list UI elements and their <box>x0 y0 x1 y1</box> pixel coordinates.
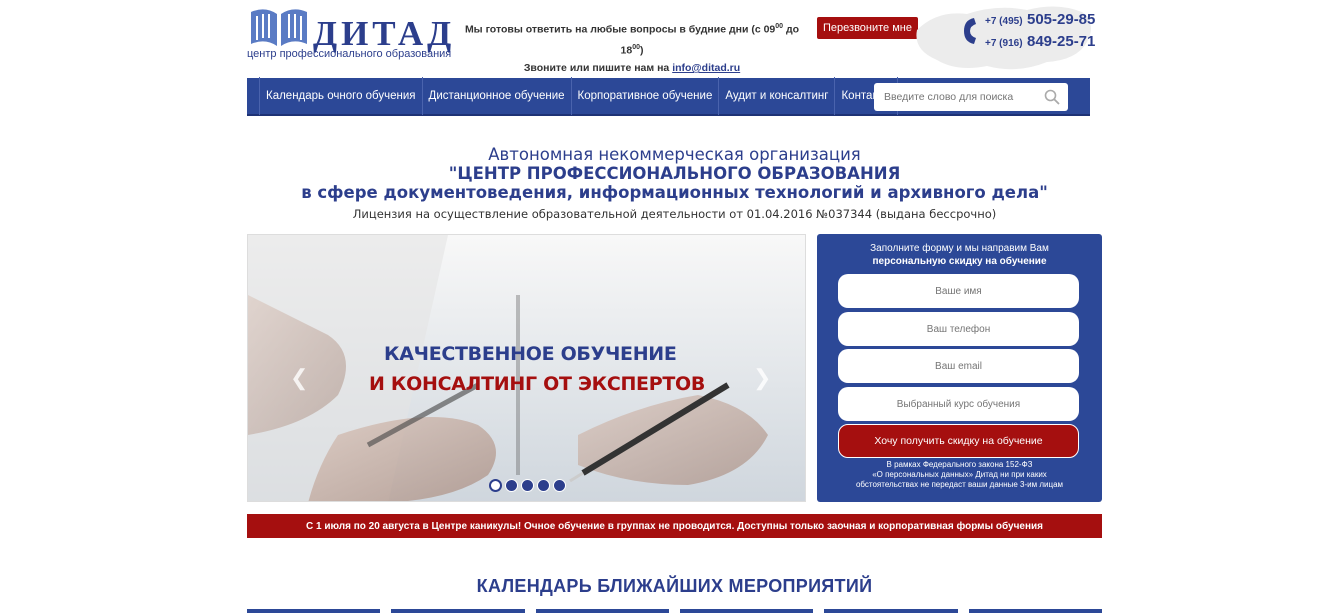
org-type: Автономная некоммерческая организация <box>488 145 861 164</box>
brand-subtitle: центр профессионального образования <box>247 48 452 60</box>
phone-input[interactable] <box>838 323 1079 335</box>
event-card[interactable] <box>247 609 381 613</box>
holiday-notice: С 1 июля по 20 августа в Центре каникулы… <box>247 514 1102 538</box>
page-heading: Автономная некоммерческая организация "Ц… <box>247 145 1102 222</box>
email-field <box>838 349 1079 383</box>
event-card[interactable] <box>679 609 814 613</box>
slider-dot[interactable] <box>521 479 534 492</box>
nav-item-calendar[interactable]: Календарь очного обучения <box>259 77 423 115</box>
get-discount-button[interactable]: Хочу получить скидку на обучение <box>838 424 1079 458</box>
phone-1[interactable]: +7 (495) 505-29-85 <box>985 10 1095 32</box>
slide-headline-1: КАЧЕСТВЕННОЕ ОБУЧЕНИЕ <box>384 343 677 365</box>
phone-icon <box>964 18 976 44</box>
slider-dot[interactable] <box>505 479 518 492</box>
course-field <box>838 387 1079 421</box>
logo[interactable]: ДИТАД центр профессионального образовани… <box>247 4 457 60</box>
email-input[interactable] <box>838 360 1079 372</box>
nav-item-distance[interactable]: Дистанционное обучение <box>423 77 572 115</box>
search-input[interactable] <box>874 91 1034 103</box>
event-card[interactable] <box>391 609 525 613</box>
slider-dot[interactable] <box>489 479 502 492</box>
license-text: Лицензия на осуществление образовательно… <box>352 207 997 221</box>
event-card[interactable] <box>824 609 958 613</box>
org-specialization: в сфере документоведения, информационных… <box>301 183 1048 202</box>
phone-list: +7 (495) 505-29-85 +7 (916) 849-25-71 <box>985 10 1095 54</box>
slider-next-icon[interactable]: ❯ <box>753 365 771 391</box>
slider-prev-icon[interactable]: ❮ <box>290 365 308 391</box>
name-field <box>838 274 1079 308</box>
slider-dot[interactable] <box>537 479 550 492</box>
slider-dot[interactable] <box>553 479 566 492</box>
search-box <box>874 83 1068 111</box>
privacy-note: В рамках Федерального закона 152-ФЗ «О п… <box>855 460 1064 489</box>
section-title: КАЛЕНДАРЬ БЛИЖАЙШИХ МЕРОПРИЯТИЙ <box>476 576 873 596</box>
event-card[interactable] <box>535 609 669 613</box>
name-input[interactable] <box>838 285 1079 297</box>
org-name: "ЦЕНТР ПРОФЕССИОНАЛЬНОГО ОБРАЗОВАНИЯ <box>448 164 901 183</box>
phone-field <box>838 312 1079 346</box>
email-link[interactable]: info@ditad.ru <box>672 62 740 74</box>
working-hours: Мы готовы ответить на любые вопросы в бу… <box>464 23 800 56</box>
slider-dots <box>489 479 566 492</box>
phone-2[interactable]: +7 (916) 849-25-71 <box>985 32 1095 54</box>
contact-info: Мы готовы ответить на любые вопросы в бу… <box>462 18 802 77</box>
event-cards <box>247 609 1102 613</box>
course-input[interactable] <box>838 398 1079 410</box>
nav-item-audit[interactable]: Аудит и консалтинг <box>719 77 836 115</box>
slide-photo <box>248 235 805 501</box>
main-nav: Календарь очного обучения Дистанционное … <box>247 77 1090 116</box>
event-card[interactable] <box>968 609 1102 613</box>
search-icon[interactable] <box>1044 89 1060 105</box>
nav-item-corporate[interactable]: Корпоративное обучение <box>572 77 720 115</box>
site-header: ДИТАД центр профессионального образовани… <box>247 0 1102 78</box>
callback-button[interactable]: Перезвоните мне <box>817 17 918 39</box>
hero-slider[interactable]: КАЧЕСТВЕННОЕ ОБУЧЕНИЕ И КОНСАЛТИНГ ОТ ЭК… <box>247 234 806 502</box>
slide-headline-2: И КОНСАЛТИНГ ОТ ЭКСПЕРТОВ <box>369 373 706 395</box>
book-logo-icon <box>251 9 307 46</box>
discount-form: Заполните форму и мы направим Вам персон… <box>817 234 1102 502</box>
form-title: Заполните форму и мы направим Вам персон… <box>870 243 1049 267</box>
email-line: Звоните или пишите нам на info@ditad.ru <box>523 62 741 74</box>
